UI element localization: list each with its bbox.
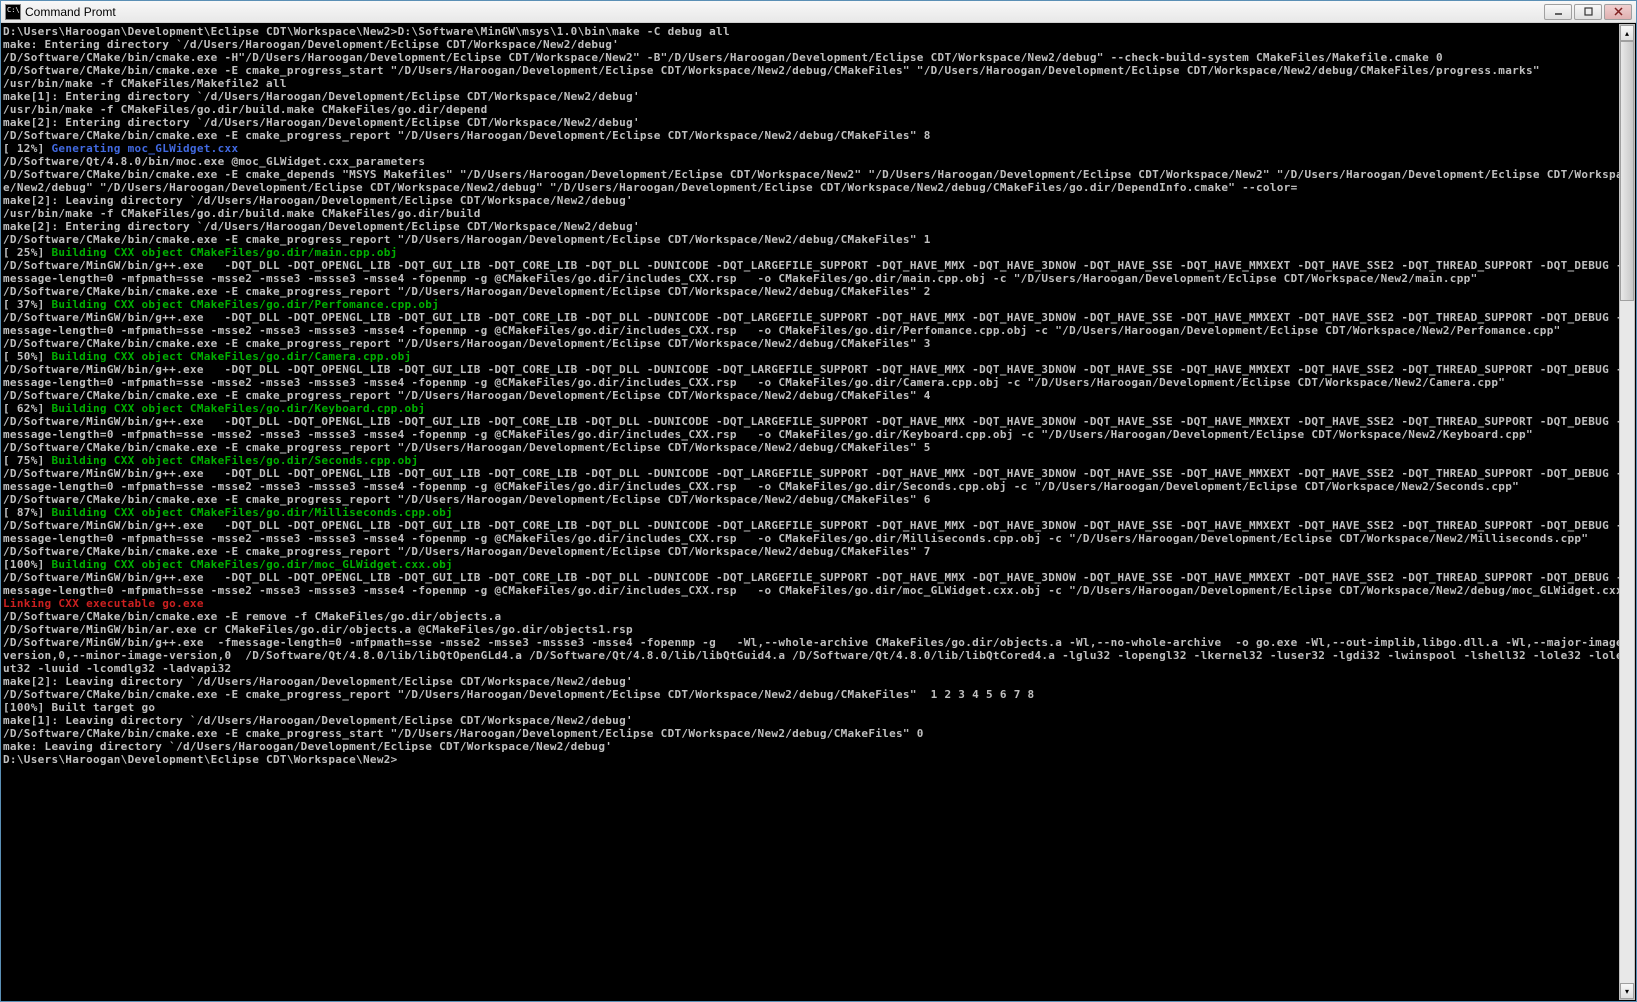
- close-button[interactable]: [1604, 4, 1632, 20]
- terminal-line: /D/Software/CMake/bin/cmake.exe -E cmake…: [3, 493, 1634, 506]
- window-title: Command Promt: [25, 5, 1544, 19]
- terminal-line: /usr/bin/make -f CMakeFiles/Makefile2 al…: [3, 77, 1634, 90]
- terminal-line: /D/Software/CMake/bin/cmake.exe -E cmake…: [3, 688, 1634, 701]
- terminal-line: /D/Software/MinGW/bin/g++.exe -DQT_DLL -…: [3, 519, 1634, 545]
- terminal-line: /D/Software/MinGW/bin/g++.exe -DQT_DLL -…: [3, 571, 1634, 597]
- terminal-line: [ 50%] Building CXX object CMakeFiles/go…: [3, 350, 1634, 363]
- terminal-line: /D/Software/CMake/bin/cmake.exe -E cmake…: [3, 285, 1634, 298]
- terminal-line: /D/Software/MinGW/bin/g++.exe -DQT_DLL -…: [3, 467, 1634, 493]
- terminal-line: /D/Software/CMake/bin/cmake.exe -E cmake…: [3, 441, 1634, 454]
- terminal-line: /usr/bin/make -f CMakeFiles/go.dir/build…: [3, 103, 1634, 116]
- scroll-up-button[interactable]: ▴: [1620, 25, 1634, 41]
- terminal-line: [100%] Building CXX object CMakeFiles/go…: [3, 558, 1634, 571]
- terminal-line: /usr/bin/make -f CMakeFiles/go.dir/build…: [3, 207, 1634, 220]
- terminal-line: /D/Software/CMake/bin/cmake.exe -E cmake…: [3, 389, 1634, 402]
- terminal-line: make[2]: Leaving directory `/d/Users/Har…: [3, 675, 1634, 688]
- terminal-line: [ 12%] Generating moc_GLWidget.cxx: [3, 142, 1634, 155]
- terminal-line: D:\Users\Haroogan\Development\Eclipse CD…: [3, 753, 1634, 766]
- scroll-down-button[interactable]: ▾: [1620, 983, 1634, 999]
- terminal-line: make[1]: Entering directory `/d/Users/Ha…: [3, 90, 1634, 103]
- terminal-line: /D/Software/CMake/bin/cmake.exe -E cmake…: [3, 64, 1634, 77]
- close-icon: [1614, 7, 1623, 16]
- terminal-line: /D/Software/CMake/bin/cmake.exe -E cmake…: [3, 168, 1634, 194]
- terminal-line: /D/Software/CMake/bin/cmake.exe -H"/D/Us…: [3, 51, 1634, 64]
- minimize-button[interactable]: [1544, 4, 1572, 20]
- terminal-line: /D/Software/MinGW/bin/ar.exe cr CMakeFil…: [3, 623, 1634, 636]
- scroll-thumb[interactable]: [1620, 41, 1634, 301]
- terminal-line: [ 75%] Building CXX object CMakeFiles/go…: [3, 454, 1634, 467]
- terminal-line: [ 62%] Building CXX object CMakeFiles/go…: [3, 402, 1634, 415]
- command-prompt-window: Command Promt D:\Users\Haroogan\Developm…: [0, 0, 1637, 1002]
- terminal-line: /D/Software/MinGW/bin/g++.exe -fmessage-…: [3, 636, 1634, 675]
- terminal-line: make: Leaving directory `/d/Users/Haroog…: [3, 740, 1634, 753]
- terminal-line: make[1]: Leaving directory `/d/Users/Har…: [3, 714, 1634, 727]
- terminal-line: [ 25%] Building CXX object CMakeFiles/go…: [3, 246, 1634, 259]
- maximize-button[interactable]: [1574, 4, 1602, 20]
- terminal-line: make[2]: Leaving directory `/d/Users/Har…: [3, 194, 1634, 207]
- vertical-scrollbar[interactable]: ▴ ▾: [1619, 24, 1635, 1000]
- terminal-line: [ 87%] Building CXX object CMakeFiles/go…: [3, 506, 1634, 519]
- terminal-line: /D/Software/MinGW/bin/g++.exe -DQT_DLL -…: [3, 259, 1634, 285]
- maximize-icon: [1584, 7, 1593, 16]
- terminal-line: /D/Software/CMake/bin/cmake.exe -E cmake…: [3, 233, 1634, 246]
- terminal-line: [ 37%] Building CXX object CMakeFiles/go…: [3, 298, 1634, 311]
- terminal-line: make[2]: Entering directory `/d/Users/Ha…: [3, 220, 1634, 233]
- terminal-line: /D/Software/CMake/bin/cmake.exe -E remov…: [3, 610, 1634, 623]
- terminal-line: /D/Software/Qt/4.8.0/bin/moc.exe @moc_GL…: [3, 155, 1634, 168]
- terminal-line: make[2]: Entering directory `/d/Users/Ha…: [3, 116, 1634, 129]
- terminal-line: /D/Software/MinGW/bin/g++.exe -DQT_DLL -…: [3, 415, 1634, 441]
- terminal-line: /D/Software/CMake/bin/cmake.exe -E cmake…: [3, 545, 1634, 558]
- terminal-line: /D/Software/MinGW/bin/g++.exe -DQT_DLL -…: [3, 363, 1634, 389]
- terminal-output[interactable]: D:\Users\Haroogan\Development\Eclipse CD…: [1, 23, 1636, 1001]
- window-controls: [1544, 4, 1632, 20]
- terminal-line: [100%] Built target go: [3, 701, 1634, 714]
- terminal-line: /D/Software/MinGW/bin/g++.exe -DQT_DLL -…: [3, 311, 1634, 337]
- cmd-icon: [5, 4, 21, 20]
- titlebar[interactable]: Command Promt: [1, 1, 1636, 23]
- terminal-line: /D/Software/CMake/bin/cmake.exe -E cmake…: [3, 129, 1634, 142]
- terminal-line: /D/Software/CMake/bin/cmake.exe -E cmake…: [3, 727, 1634, 740]
- terminal-line: D:\Users\Haroogan\Development\Eclipse CD…: [3, 25, 1634, 38]
- terminal-line: make: Entering directory `/d/Users/Haroo…: [3, 38, 1634, 51]
- minimize-icon: [1554, 7, 1563, 16]
- terminal-line: Linking CXX executable go.exe: [3, 597, 1634, 610]
- terminal-line: /D/Software/CMake/bin/cmake.exe -E cmake…: [3, 337, 1634, 350]
